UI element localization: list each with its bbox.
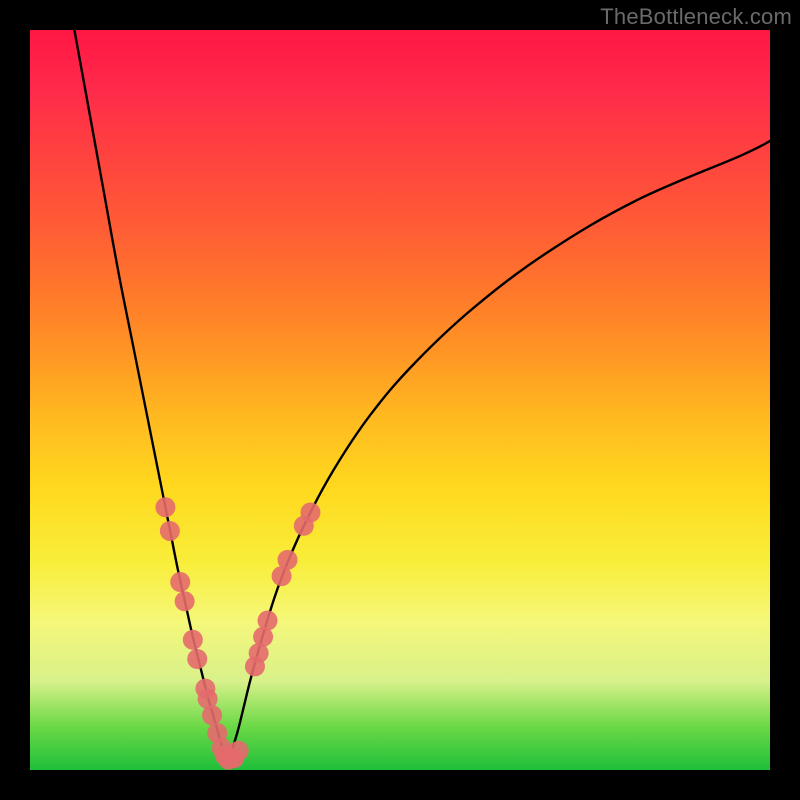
data-dot-right: [258, 611, 278, 631]
data-dot-left: [229, 741, 249, 761]
data-dot-left: [175, 591, 195, 611]
watermark-text: TheBottleneck.com: [600, 4, 792, 30]
curve-right-curve: [226, 141, 770, 761]
chart-frame: TheBottleneck.com: [0, 0, 800, 800]
curve-group: [74, 30, 770, 761]
data-dot-left: [187, 649, 207, 669]
data-dot-left: [170, 572, 190, 592]
chart-svg: [30, 30, 770, 770]
data-dot-right: [278, 550, 298, 570]
data-dot-left: [160, 521, 180, 541]
plot-area: [30, 30, 770, 770]
data-dot-left: [183, 630, 203, 650]
data-dot-right: [300, 502, 320, 522]
data-dot-left: [155, 497, 175, 517]
data-dot-left: [202, 705, 222, 725]
